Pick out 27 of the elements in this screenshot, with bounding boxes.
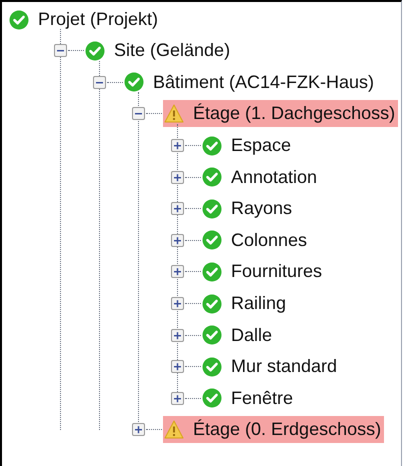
tree-item-label[interactable]: Bâtiment (AC14-FZK-Haus) xyxy=(153,68,374,96)
collapse-toggle[interactable] xyxy=(54,44,67,58)
tree-item-label[interactable]: Fenêtre xyxy=(231,384,294,412)
expand-toggle[interactable] xyxy=(171,139,184,152)
expand-toggle[interactable] xyxy=(171,170,184,184)
tree-item-label[interactable]: Dalle xyxy=(231,322,272,349)
collapse-toggle[interactable] xyxy=(132,107,145,120)
expand-toggle[interactable] xyxy=(171,297,184,310)
tree-item-label[interactable]: Projet (Projekt) xyxy=(38,6,158,33)
tree-item-label[interactable]: Site (Gelände) xyxy=(114,37,230,64)
tree-item-label[interactable]: Rayons xyxy=(231,195,292,222)
expand-toggle[interactable] xyxy=(171,265,184,278)
tree-item-label[interactable]: Étage (0. Erdgeschoss) xyxy=(193,416,382,444)
expand-toggle[interactable] xyxy=(171,392,184,405)
collapse-toggle[interactable] xyxy=(93,76,106,89)
tree-item-label[interactable]: Étage (1. Dachgeschoss) xyxy=(193,100,396,128)
tree-item-label[interactable]: Colonnes xyxy=(231,226,308,254)
tree-item-label[interactable]: Mur standard xyxy=(231,353,338,380)
tree-item-label[interactable]: Railing xyxy=(231,290,286,318)
tree-item-label[interactable]: Espace xyxy=(231,132,292,160)
expand-toggle[interactable] xyxy=(171,234,184,247)
tree-item-label[interactable]: Annotation xyxy=(231,164,318,191)
expand-toggle[interactable] xyxy=(132,423,145,436)
expand-toggle[interactable] xyxy=(171,360,184,374)
tree-item-label[interactable]: Fournitures xyxy=(231,258,322,286)
expand-toggle[interactable] xyxy=(171,328,184,342)
expand-toggle[interactable] xyxy=(171,202,184,216)
